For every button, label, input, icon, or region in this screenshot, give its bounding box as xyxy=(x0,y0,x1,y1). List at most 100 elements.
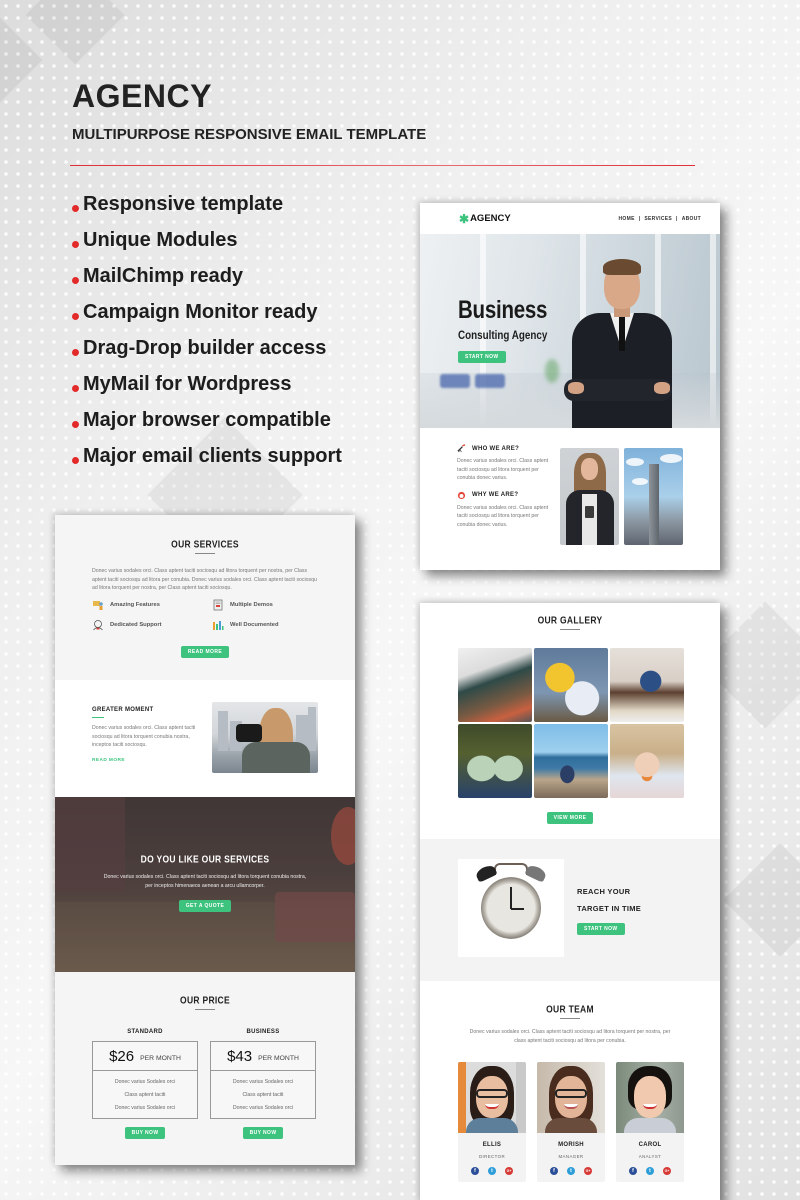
hero-banner: Business Consulting Agency START NOW xyxy=(420,234,720,428)
skyscraper-photo xyxy=(624,448,683,545)
nav-link-services[interactable]: SERVICES xyxy=(644,216,672,222)
preview-card-gallery: OUR GALLERY VIEW MORE REACH YOUR TARGET … xyxy=(420,603,720,1200)
moment-title: GREATER MOMENT xyxy=(92,707,154,713)
cta-title: DO YOU LIKE OUR SERVICES xyxy=(140,853,270,865)
gallery-image-girl-fruit[interactable] xyxy=(610,724,684,798)
title-divider xyxy=(92,717,104,718)
about-why: WHY WE ARE? Donec varius sodales orci. C… xyxy=(457,491,549,528)
support-icon xyxy=(457,491,466,499)
twitter-icon[interactable]: t xyxy=(646,1167,654,1175)
feature-item: Drag-Drop builder access xyxy=(72,330,342,366)
hero-heading: Business xyxy=(458,296,548,324)
asterisk-gear-icon: ✱ xyxy=(459,211,470,226)
read-more-link[interactable]: READ MORE xyxy=(92,758,197,763)
preview-card-services: OUR SERVICES Donec varius sodales orci. … xyxy=(55,515,355,1165)
about-who: WHO WE ARE? Donec varius sodales orci. C… xyxy=(457,444,549,481)
feature-item: MailChimp ready xyxy=(72,258,342,294)
services-text: Donec varius sodales orci. Class aptent … xyxy=(92,568,317,591)
bullet-dot-icon xyxy=(72,456,79,464)
pricing-title: OUR PRICE xyxy=(180,994,230,1006)
gallery-image-sneakers-man[interactable] xyxy=(458,648,532,722)
team-section: OUR TEAM Donec varius sodales orci. Clas… xyxy=(420,981,720,1182)
bullet-dot-icon xyxy=(72,276,79,284)
gallery-image-balloons[interactable] xyxy=(534,648,608,722)
get-a-quote-button[interactable]: GET A QUOTE xyxy=(178,900,232,912)
bullet-dot-icon xyxy=(72,420,79,428)
view-more-button[interactable]: VIEW MORE xyxy=(546,812,594,824)
gallery-image-man-bench[interactable] xyxy=(610,648,684,722)
nav-link-about[interactable]: ABOUT xyxy=(682,216,701,222)
about-section: WHO WE ARE? Donec varius sodales orci. C… xyxy=(420,428,720,570)
businessman-photo xyxy=(562,259,677,428)
nav-link-home[interactable]: HOME xyxy=(619,216,635,222)
start-now-button[interactable]: START NOW xyxy=(458,351,506,363)
team-member-card: MORISH MANAGER f t G+ xyxy=(537,1062,605,1182)
twitter-icon[interactable]: t xyxy=(488,1167,496,1175)
gallery-image-beach[interactable] xyxy=(534,724,608,798)
nav-separator: | xyxy=(676,215,678,222)
nav-separator: | xyxy=(638,215,641,222)
photographer-photo xyxy=(212,702,318,773)
page-subtitle: MULTIPURPOSE RESPONSIVE EMAIL TEMPLATE xyxy=(72,126,427,143)
member-photo xyxy=(458,1062,526,1133)
feature-item: Major browser compatible xyxy=(72,402,342,438)
hero-subheading: Consulting Agency xyxy=(458,328,548,342)
google-plus-icon[interactable]: G+ xyxy=(663,1167,671,1175)
reach-title-line1: REACH YOUR xyxy=(577,887,631,896)
background-diamond xyxy=(0,17,43,103)
team-member-card: ELLIS DIRECTOR f t G+ xyxy=(458,1062,526,1182)
support-agent-icon xyxy=(93,619,103,630)
facebook-icon[interactable]: f xyxy=(550,1167,558,1175)
document-icon xyxy=(213,599,223,610)
service-item: Dedicated Support xyxy=(92,619,212,631)
background-diamond xyxy=(723,843,800,957)
bullet-dot-icon xyxy=(72,384,79,392)
service-item: Multiple Demos xyxy=(212,599,322,611)
pricing-plan-business: BUSINESS $43 PER MONTH Donec varius Soda… xyxy=(210,1029,316,1139)
feature-list: Responsive template Unique Modules MailC… xyxy=(72,186,342,474)
feature-item: Responsive template xyxy=(72,186,342,222)
feature-item: Campaign Monitor ready xyxy=(72,294,342,330)
facebook-icon[interactable]: f xyxy=(629,1167,637,1175)
moment-text: Donec varius sodales orci. Class aptent … xyxy=(92,725,196,748)
alarm-clock-photo xyxy=(458,859,564,957)
plan-price: $26 xyxy=(109,1047,135,1065)
reach-title-line2: TARGET IN TIME xyxy=(577,904,642,913)
reach-target-section: REACH YOUR TARGET IN TIME START NOW xyxy=(420,839,720,981)
services-section: OUR SERVICES Donec varius sodales orci. … xyxy=(55,515,355,680)
bullet-dot-icon xyxy=(72,312,79,320)
feature-item: MyMail for Wordpress xyxy=(72,366,342,402)
email-navbar: ✱ AGENCY HOME | SERVICES | ABOUT xyxy=(420,203,720,234)
facebook-icon[interactable]: f xyxy=(471,1167,479,1175)
buy-now-button[interactable]: BUY NOW xyxy=(124,1127,166,1139)
bullet-dot-icon xyxy=(72,240,79,248)
service-item: Well Documented xyxy=(212,619,322,631)
title-divider xyxy=(560,1018,580,1019)
pricing-section: OUR PRICE STANDARD $26 PER MONTH Donec v… xyxy=(55,972,355,1165)
member-photo xyxy=(616,1062,684,1133)
gallery-section: OUR GALLERY VIEW MORE xyxy=(420,603,720,839)
service-item: Amazing Features xyxy=(92,599,212,611)
title-divider xyxy=(195,553,215,554)
email-logo[interactable]: ✱ AGENCY xyxy=(459,213,511,225)
read-more-button[interactable]: READ MORE xyxy=(180,645,230,658)
gallery-image-green-sneakers[interactable] xyxy=(458,724,532,798)
google-plus-icon[interactable]: G+ xyxy=(584,1167,592,1175)
buy-now-button[interactable]: BUY NOW xyxy=(242,1127,284,1139)
feature-item: Unique Modules xyxy=(72,222,342,258)
bullet-dot-icon xyxy=(72,204,79,212)
background-diamond xyxy=(25,0,125,65)
presentation-icon xyxy=(93,600,103,610)
twitter-icon[interactable]: t xyxy=(567,1167,575,1175)
team-member-card: CAROL ANALYST f t G+ xyxy=(616,1062,684,1182)
google-plus-icon[interactable]: G+ xyxy=(505,1167,513,1175)
plan-price: $43 xyxy=(227,1047,253,1065)
start-now-button[interactable]: START NOW xyxy=(577,923,625,935)
member-photo xyxy=(537,1062,605,1133)
greater-moment-section: GREATER MOMENT Donec varius sodales orci… xyxy=(55,680,355,797)
title-divider xyxy=(195,1009,215,1010)
cta-text: Donec varius sodales orci. Class aptent … xyxy=(103,874,307,889)
services-title: OUR SERVICES xyxy=(171,538,239,550)
telescope-icon xyxy=(457,444,466,453)
email-nav-links: HOME | SERVICES | ABOUT xyxy=(619,216,702,222)
